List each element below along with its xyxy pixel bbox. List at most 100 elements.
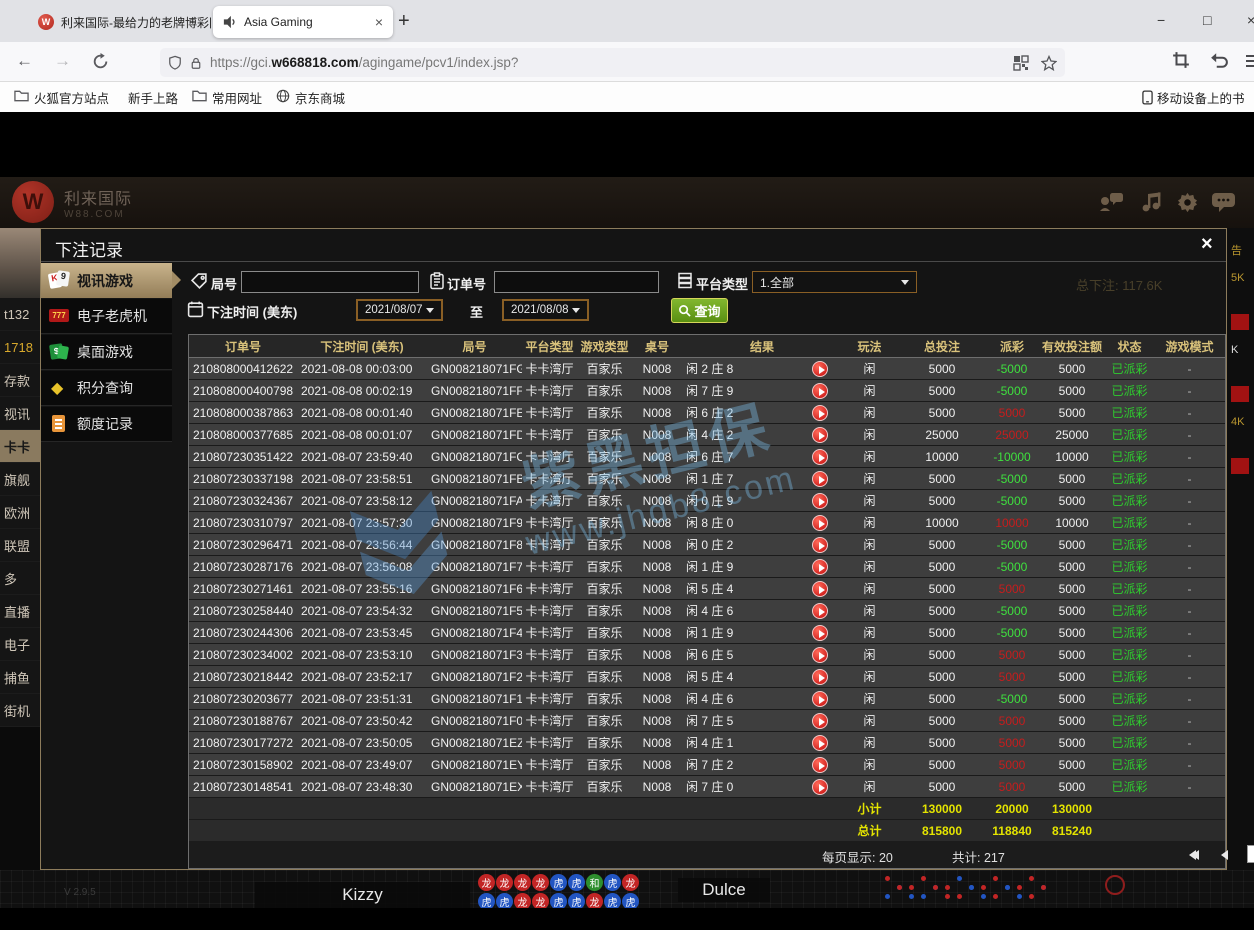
left-nav-fragment[interactable]: 欧洲 bbox=[0, 496, 40, 529]
order-number: 210807230296471 bbox=[189, 538, 297, 552]
status-badge: 已派彩 bbox=[1107, 668, 1152, 685]
page-number-input[interactable]: 2 bbox=[1247, 845, 1254, 863]
bottom-roadmap-strip: Kizzy Dulce 龙龙龙龙虎虎和虎龙 虎虎龙龙虎虎龙虎虎 bbox=[0, 870, 1254, 908]
play-type: 闲 bbox=[842, 448, 897, 465]
music-icon[interactable] bbox=[1140, 191, 1162, 213]
new-tab-button[interactable]: + bbox=[398, 10, 410, 33]
replay-play-button[interactable] bbox=[812, 735, 828, 751]
bookmark-mobile[interactable]: 移动设备上的书 bbox=[1142, 88, 1254, 107]
tab-lilai[interactable]: W 利来国际-最给力的老牌博彩网址 × bbox=[28, 6, 242, 38]
left-nav-fragment[interactable]: 捕鱼 bbox=[0, 661, 40, 694]
chat-bubble-icon[interactable] bbox=[1211, 191, 1236, 213]
replay-play-button[interactable] bbox=[812, 471, 828, 487]
bookmark-item[interactable]: 火狐官方站点 bbox=[14, 88, 109, 107]
window-minimize-button[interactable]: − bbox=[1157, 12, 1165, 28]
left-nav-fragment[interactable]: 电子 bbox=[0, 628, 40, 661]
date-to-picker[interactable]: 2021/08/08 bbox=[502, 299, 589, 321]
url-bar[interactable]: https://gci.w668818.com/agingame/pcv1/in… bbox=[160, 48, 1065, 77]
game-mode: - bbox=[1152, 670, 1227, 684]
bead-dot bbox=[993, 894, 998, 899]
bookmark-item[interactable]: 常用网址 bbox=[192, 88, 262, 107]
replay-play-button[interactable] bbox=[812, 449, 828, 465]
sidebar-tab-1[interactable]: 视讯游戏 bbox=[41, 263, 172, 298]
round-number-input[interactable] bbox=[241, 271, 419, 293]
table-header-row: 订单号下注时间 (美东)局号平台类型游戏类型桌号结果玩法总投注派彩有效投注额状态… bbox=[189, 335, 1225, 358]
sidebar-tab-3[interactable]: 桌面游戏 bbox=[41, 335, 172, 370]
screenshot-crop-icon[interactable] bbox=[1172, 51, 1190, 69]
window-close-button[interactable]: × bbox=[1247, 12, 1254, 28]
table-row: 2108072302714612021-08-07 23:55:16GN0082… bbox=[189, 578, 1225, 600]
tab-asia-gaming[interactable]: Asia Gaming × bbox=[213, 6, 393, 38]
left-nav-fragment[interactable]: t132 bbox=[0, 298, 40, 331]
sidebar-tab-5[interactable]: 额度记录 bbox=[41, 407, 172, 442]
replay-play-button[interactable] bbox=[812, 537, 828, 553]
left-nav-fragment[interactable]: 视讯 bbox=[0, 397, 40, 430]
undo-arrow-icon[interactable] bbox=[1210, 51, 1228, 69]
replay-play-button[interactable] bbox=[812, 603, 828, 619]
replay-play-button[interactable] bbox=[812, 647, 828, 663]
status-badge: 已派彩 bbox=[1107, 426, 1152, 443]
replay-play-button[interactable] bbox=[812, 493, 828, 509]
left-nav-fragment[interactable]: 旗舰 bbox=[0, 463, 40, 496]
left-nav-fragment[interactable]: 多 bbox=[0, 562, 40, 595]
sidebar-tab-4[interactable]: 积分查询 bbox=[41, 371, 172, 406]
status-badge: 已派彩 bbox=[1107, 778, 1152, 795]
replay-play-button[interactable] bbox=[812, 625, 828, 641]
platform-type: 卡卡湾厅 bbox=[522, 470, 577, 487]
modal-close-icon[interactable]: × bbox=[1201, 233, 1213, 256]
first-page-button[interactable] bbox=[1189, 847, 1199, 861]
replay-play-button[interactable] bbox=[812, 669, 828, 685]
forward-button[interactable]: → bbox=[54, 51, 71, 71]
table-row: 2108072302036772021-08-07 23:51:31GN0082… bbox=[189, 688, 1225, 710]
total-bet: 5000 bbox=[897, 472, 987, 486]
valid-bet: 5000 bbox=[1037, 560, 1107, 574]
bookmark-item[interactable]: 新手上路 bbox=[123, 88, 178, 107]
left-nav-fragment[interactable]: 1718 bbox=[0, 331, 40, 364]
replay-play-button[interactable] bbox=[812, 691, 828, 707]
bookmark-label: 常用网址 bbox=[212, 88, 262, 107]
reload-button[interactable] bbox=[92, 53, 109, 70]
left-nav-fragment[interactable]: 联盟 bbox=[0, 529, 40, 562]
replay-play-button[interactable] bbox=[812, 581, 828, 597]
back-button[interactable]: ← bbox=[16, 51, 33, 71]
column-header: 游戏类型 bbox=[577, 338, 632, 355]
round-number-label: 局号 bbox=[211, 274, 237, 293]
bookmark-item[interactable]: 京东商城 bbox=[276, 88, 345, 107]
replay-play-button[interactable] bbox=[812, 559, 828, 575]
date-from-picker[interactable]: 2021/08/07 bbox=[356, 299, 443, 321]
sidebar-tab-2[interactable]: 电子老虎机 bbox=[41, 299, 172, 334]
game-mode: - bbox=[1152, 604, 1227, 618]
prev-page-button[interactable] bbox=[1221, 847, 1228, 861]
game-mode: - bbox=[1152, 692, 1227, 706]
replay-play-button[interactable] bbox=[812, 757, 828, 773]
status-badge: 已派彩 bbox=[1107, 602, 1152, 619]
replay-play-button[interactable] bbox=[812, 361, 828, 377]
platform-type-select[interactable]: 1.全部 bbox=[752, 271, 917, 293]
tab-close-icon[interactable]: × bbox=[375, 14, 383, 30]
left-nav-fragment[interactable]: 存款 bbox=[0, 364, 40, 397]
order-number-input[interactable] bbox=[494, 271, 659, 293]
column-header: 桌号 bbox=[632, 338, 682, 355]
replay-play-button[interactable] bbox=[812, 779, 828, 795]
left-nav-fragment[interactable]: 街机 bbox=[0, 694, 40, 727]
window-maximize-button[interactable]: □ bbox=[1203, 12, 1211, 28]
replay-play-button[interactable] bbox=[812, 427, 828, 443]
bookmark-star-icon[interactable] bbox=[1041, 55, 1057, 71]
left-nav-fragment[interactable]: 卡卡 bbox=[0, 430, 40, 463]
table-number: N008 bbox=[632, 736, 682, 750]
qr-code-icon[interactable] bbox=[1013, 55, 1029, 71]
search-button[interactable]: 查询 bbox=[671, 298, 728, 323]
replay-play-button[interactable] bbox=[812, 405, 828, 421]
left-nav-fragment[interactable]: 直播 bbox=[0, 595, 40, 628]
support-chat-icon[interactable] bbox=[1098, 191, 1124, 213]
road-result-circle: 虎 bbox=[568, 874, 585, 891]
valid-bet: 25000 bbox=[1037, 428, 1107, 442]
right-rail-badge bbox=[1231, 314, 1249, 330]
replay-play-button[interactable] bbox=[812, 515, 828, 531]
replay-play-button[interactable] bbox=[812, 713, 828, 729]
menu-hamburger-icon[interactable] bbox=[1246, 55, 1254, 67]
column-header: 玩法 bbox=[842, 338, 897, 355]
play-type: 闲 bbox=[842, 602, 897, 619]
settings-gear-icon[interactable] bbox=[1176, 191, 1199, 214]
replay-play-button[interactable] bbox=[812, 383, 828, 399]
